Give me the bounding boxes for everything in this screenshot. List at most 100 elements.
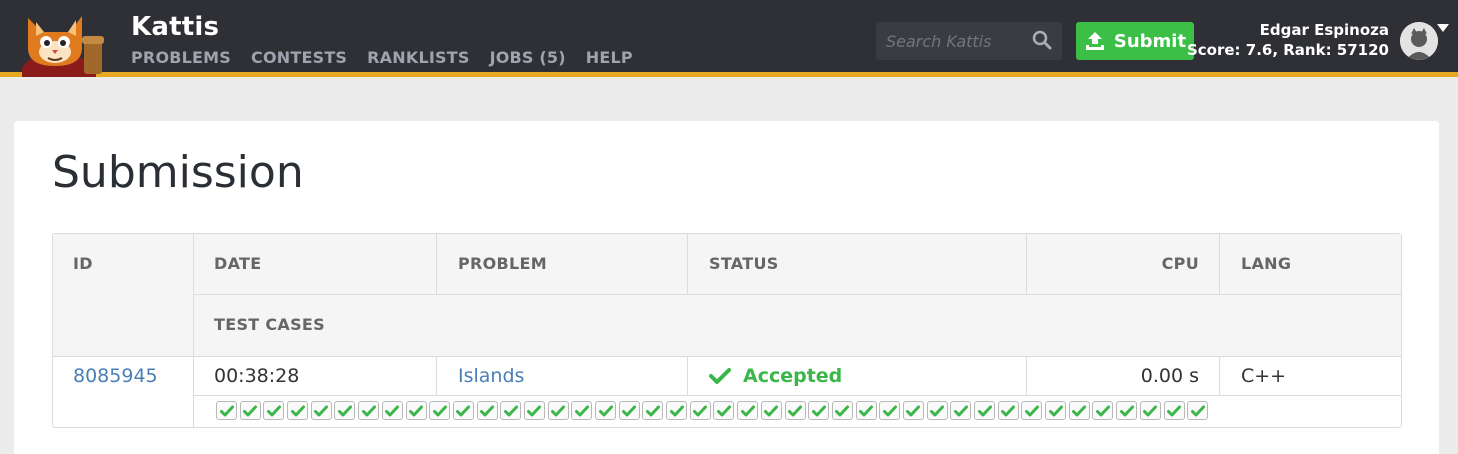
column-header-date: DATE (214, 254, 262, 273)
problem-link[interactable]: Islands (458, 365, 524, 387)
user-name[interactable]: Edgar Espinoza (1260, 21, 1389, 39)
check-icon (716, 405, 731, 416)
test-case-passed[interactable] (642, 401, 664, 420)
status-badge: Accepted (709, 365, 842, 387)
check-icon (709, 368, 731, 384)
page-title: Submission (52, 147, 304, 198)
test-case-passed[interactable] (997, 401, 1019, 420)
test-case-passed[interactable] (713, 401, 735, 420)
test-case-passed[interactable] (500, 401, 522, 420)
test-case-passed[interactable] (523, 401, 545, 420)
test-case-passed[interactable] (666, 401, 688, 420)
check-icon (243, 405, 258, 416)
submission-id-link[interactable]: 8085945 (73, 365, 158, 387)
test-case-passed[interactable] (737, 401, 759, 420)
check-icon (930, 405, 945, 416)
test-case-passed[interactable] (950, 401, 972, 420)
check-icon (953, 405, 968, 416)
check-icon (1048, 405, 1063, 416)
search-icon[interactable] (1032, 30, 1052, 50)
test-case-passed[interactable] (879, 401, 901, 420)
check-icon (1167, 405, 1181, 416)
test-case-passed[interactable] (216, 401, 237, 420)
check-icon (740, 405, 755, 416)
check-icon (645, 405, 660, 416)
check-icon (503, 405, 518, 416)
check-icon (693, 405, 708, 416)
nav-jobs[interactable]: JOBS (5) (490, 48, 566, 67)
test-case-passed[interactable] (1021, 401, 1043, 420)
test-case-passed[interactable] (476, 401, 498, 420)
brand-title[interactable]: Kattis (131, 12, 219, 42)
test-case-passed[interactable] (452, 401, 474, 420)
test-case-passed[interactable] (1116, 401, 1138, 420)
check-icon (527, 405, 542, 416)
check-icon (361, 405, 376, 416)
nav-help[interactable]: HELP (586, 48, 633, 67)
check-icon (788, 405, 802, 416)
test-case-passed[interactable] (808, 401, 830, 420)
check-icon (1190, 405, 1205, 416)
check-icon (1095, 405, 1110, 416)
submit-button[interactable]: Submit (1076, 22, 1194, 60)
test-case-passed[interactable] (855, 401, 877, 420)
avatar[interactable] (1400, 22, 1438, 60)
test-case-passed[interactable] (239, 401, 261, 420)
nav-problems[interactable]: PROBLEMS (131, 48, 231, 67)
test-case-passed[interactable] (571, 401, 593, 420)
test-case-passed[interactable] (974, 401, 995, 420)
upload-icon (1085, 32, 1104, 50)
user-avatar-icon (1400, 22, 1438, 60)
test-case-passed[interactable] (926, 401, 948, 420)
check-icon (1072, 405, 1087, 416)
user-menu-chevron-down-icon[interactable] (1437, 24, 1449, 32)
test-case-passed[interactable] (1163, 401, 1185, 420)
test-case-passed[interactable] (381, 401, 403, 420)
test-case-passed[interactable] (689, 401, 711, 420)
check-icon (669, 405, 684, 416)
check-icon (1119, 405, 1134, 416)
test-case-passed[interactable] (831, 401, 853, 420)
check-icon (385, 405, 400, 416)
search-input[interactable] (876, 22, 1026, 60)
test-case-passed[interactable] (902, 401, 924, 420)
test-case-passed[interactable] (1045, 401, 1067, 420)
cpu-time: 0.00 s (1140, 365, 1199, 387)
problem-cell: Islands (458, 365, 524, 387)
check-icon (811, 405, 826, 416)
check-icon (835, 405, 850, 416)
check-icon (314, 405, 329, 416)
check-icon (551, 405, 566, 416)
kattis-cat-logo[interactable] (12, 10, 108, 77)
test-case-passed[interactable] (1187, 401, 1209, 420)
column-header-id: ID (73, 254, 93, 273)
check-icon (337, 405, 352, 416)
test-case-passed[interactable] (784, 401, 806, 420)
test-case-passed[interactable] (287, 401, 309, 420)
test-case-passed[interactable] (547, 401, 569, 420)
check-icon (598, 405, 613, 416)
test-case-passed[interactable] (1092, 401, 1114, 420)
test-case-passed[interactable] (1139, 401, 1161, 420)
test-case-passed[interactable] (358, 401, 380, 420)
test-case-passed[interactable] (1068, 401, 1090, 420)
nav-contests[interactable]: CONTESTS (251, 48, 347, 67)
test-cases-list (216, 401, 1209, 420)
status-text: Accepted (743, 365, 843, 387)
test-case-passed[interactable] (618, 401, 640, 420)
search-box (876, 22, 1062, 60)
nav-ranklists[interactable]: RANKLISTS (367, 48, 469, 67)
test-case-passed[interactable] (334, 401, 356, 420)
submission-table: ID DATE PROBLEM STATUS CPU LANG TEST CAS… (52, 233, 1402, 428)
check-icon (1024, 405, 1039, 416)
test-case-passed[interactable] (760, 401, 782, 420)
check-icon (219, 405, 234, 416)
submission-id-cell: 8085945 (73, 365, 158, 387)
check-icon (290, 405, 305, 416)
test-case-passed[interactable] (405, 401, 427, 420)
submission-card: Submission ID DATE PROBLEM STATUS CPU LA… (14, 121, 1439, 454)
test-case-passed[interactable] (429, 401, 451, 420)
test-case-passed[interactable] (310, 401, 332, 420)
test-case-passed[interactable] (263, 401, 285, 420)
test-case-passed[interactable] (595, 401, 616, 420)
